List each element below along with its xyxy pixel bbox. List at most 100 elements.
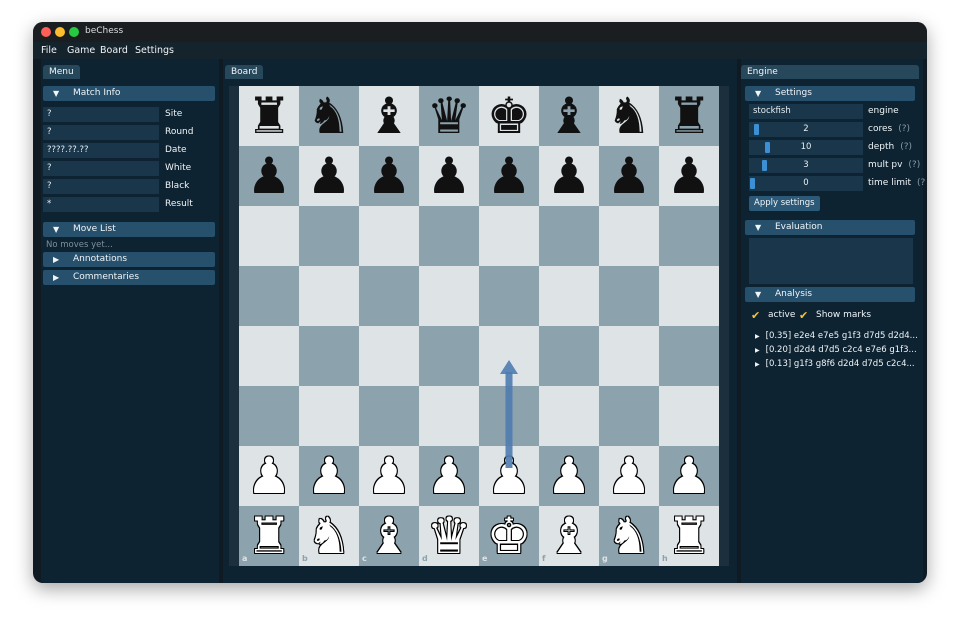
- square-a5[interactable]: [239, 266, 299, 326]
- black-field[interactable]: ?: [43, 179, 159, 194]
- white-pawn-icon[interactable]: ♟: [599, 446, 659, 506]
- minimize-window-button[interactable]: [55, 27, 65, 37]
- round-field[interactable]: ?: [43, 125, 159, 140]
- square-f6[interactable]: [539, 206, 599, 266]
- depth-help-icon[interactable]: (?): [900, 142, 912, 152]
- white-pawn-icon[interactable]: ♟: [419, 446, 479, 506]
- white-pawn-icon[interactable]: ♟: [359, 446, 419, 506]
- chess-board[interactable]: ♜ ♞ ♝ ♛ ♚ ♝ ♞ ♜ ♟ ♟ ♟ ♟ ♟ ♟ ♟ ♟ ♟ ♟ ♟ ♟ ♟ ♟ ♟ ♟ ♜ ♞ ♝ ♛ ♚ ♝ ♞ ♜ 8 7 6 5 4 3 2 1…: [239, 86, 719, 566]
- tab-board[interactable]: Board: [225, 65, 264, 79]
- cores-slider[interactable]: 2: [749, 122, 863, 137]
- menu-settings[interactable]: Settings: [135, 45, 174, 56]
- white-pawn-icon[interactable]: ♟: [239, 446, 299, 506]
- result-field[interactable]: *: [43, 197, 159, 212]
- square-f5[interactable]: [539, 266, 599, 326]
- square-f4[interactable]: [539, 326, 599, 386]
- white-bishop-icon[interactable]: ♝: [539, 506, 599, 566]
- engine-select[interactable]: stockfish: [749, 104, 863, 119]
- move-list-header[interactable]: ▼ Move List: [43, 222, 215, 237]
- match-info-header[interactable]: ▼ Match Info: [43, 86, 215, 101]
- square-c3[interactable]: [359, 386, 419, 446]
- square-c4[interactable]: [359, 326, 419, 386]
- square-b3[interactable]: [299, 386, 359, 446]
- square-g6[interactable]: [599, 206, 659, 266]
- white-pawn-icon[interactable]: ♟: [539, 446, 599, 506]
- close-window-button[interactable]: [41, 27, 51, 37]
- multpv-slider[interactable]: 3: [749, 158, 863, 173]
- slider-grab[interactable]: [750, 178, 755, 189]
- black-bishop-icon[interactable]: ♝: [359, 86, 419, 146]
- active-checkbox[interactable]: ✔: [751, 310, 763, 322]
- slider-grab[interactable]: [765, 142, 770, 153]
- white-pawn-icon[interactable]: ♟: [479, 446, 539, 506]
- square-c5[interactable]: [359, 266, 419, 326]
- square-c6[interactable]: [359, 206, 419, 266]
- slider-grab[interactable]: [754, 124, 759, 135]
- annotations-header[interactable]: ▶ Annotations: [43, 252, 215, 267]
- menu-game[interactable]: Game: [67, 45, 95, 56]
- analysis-line[interactable]: ▶ [0.35] e2e4 e7e5 g1f3 d7d5 d2d4...: [755, 331, 918, 341]
- white-rook-icon[interactable]: ♜: [239, 506, 299, 566]
- square-e3[interactable]: [479, 386, 539, 446]
- square-b4[interactable]: [299, 326, 359, 386]
- square-d6[interactable]: [419, 206, 479, 266]
- black-queen-icon[interactable]: ♛: [419, 86, 479, 146]
- black-pawn-icon[interactable]: ♟: [359, 146, 419, 206]
- multpv-help-icon[interactable]: (?): [908, 160, 920, 170]
- menu-board[interactable]: Board: [100, 45, 128, 56]
- settings-header[interactable]: ▼ Settings: [745, 86, 915, 101]
- commentaries-header[interactable]: ▶ Commentaries: [43, 270, 215, 285]
- white-king-icon[interactable]: ♚: [479, 506, 539, 566]
- square-f3[interactable]: [539, 386, 599, 446]
- black-knight-icon[interactable]: ♞: [299, 86, 359, 146]
- time-limit-help-icon[interactable]: (?: [917, 178, 925, 188]
- apply-settings-button[interactable]: Apply settings: [749, 196, 820, 211]
- square-b6[interactable]: [299, 206, 359, 266]
- site-field[interactable]: ?: [43, 107, 159, 122]
- square-a4[interactable]: [239, 326, 299, 386]
- black-pawn-icon[interactable]: ♟: [539, 146, 599, 206]
- analysis-line[interactable]: ▶ [0.13] g1f3 g8f6 d2d4 d7d5 c2c4...: [755, 359, 915, 369]
- tab-menu[interactable]: Menu: [43, 65, 80, 79]
- menu-file[interactable]: File: [41, 45, 57, 56]
- cores-help-icon[interactable]: (?): [898, 124, 910, 134]
- square-g3[interactable]: [599, 386, 659, 446]
- white-knight-icon[interactable]: ♞: [299, 506, 359, 566]
- white-field[interactable]: ?: [43, 161, 159, 176]
- square-g4[interactable]: [599, 326, 659, 386]
- analysis-line[interactable]: ▶ [0.20] d2d4 d7d5 c2c4 e7e6 g1f3...: [755, 345, 917, 355]
- square-d3[interactable]: [419, 386, 479, 446]
- depth-slider[interactable]: 10: [749, 140, 863, 155]
- show-marks-checkbox[interactable]: ✔: [799, 310, 811, 322]
- rank-label: 6: [709, 208, 715, 217]
- zoom-window-button[interactable]: [69, 27, 79, 37]
- black-pawn-icon[interactable]: ♟: [479, 146, 539, 206]
- black-pawn-icon[interactable]: ♟: [239, 146, 299, 206]
- black-pawn-icon[interactable]: ♟: [599, 146, 659, 206]
- black-rook-icon[interactable]: ♜: [239, 86, 299, 146]
- square-a6[interactable]: [239, 206, 299, 266]
- white-pawn-icon[interactable]: ♟: [299, 446, 359, 506]
- square-d4[interactable]: [419, 326, 479, 386]
- black-bishop-icon[interactable]: ♝: [539, 86, 599, 146]
- square-a3[interactable]: [239, 386, 299, 446]
- date-field[interactable]: ????.??.??: [43, 143, 159, 158]
- square-e6[interactable]: [479, 206, 539, 266]
- tab-engine[interactable]: Engine: [741, 65, 919, 79]
- analysis-header[interactable]: ▼ Analysis: [745, 287, 915, 302]
- black-pawn-icon[interactable]: ♟: [419, 146, 479, 206]
- evaluation-header[interactable]: ▼ Evaluation: [745, 220, 915, 235]
- square-e4[interactable]: [479, 326, 539, 386]
- white-queen-icon[interactable]: ♛: [419, 506, 479, 566]
- black-pawn-icon[interactable]: ♟: [299, 146, 359, 206]
- square-b5[interactable]: [299, 266, 359, 326]
- black-king-icon[interactable]: ♚: [479, 86, 539, 146]
- square-d5[interactable]: [419, 266, 479, 326]
- white-bishop-icon[interactable]: ♝: [359, 506, 419, 566]
- black-knight-icon[interactable]: ♞: [599, 86, 659, 146]
- white-knight-icon[interactable]: ♞: [599, 506, 659, 566]
- time-limit-slider[interactable]: 0: [749, 176, 863, 191]
- square-e5[interactable]: [479, 266, 539, 326]
- slider-grab[interactable]: [762, 160, 767, 171]
- square-g5[interactable]: [599, 266, 659, 326]
